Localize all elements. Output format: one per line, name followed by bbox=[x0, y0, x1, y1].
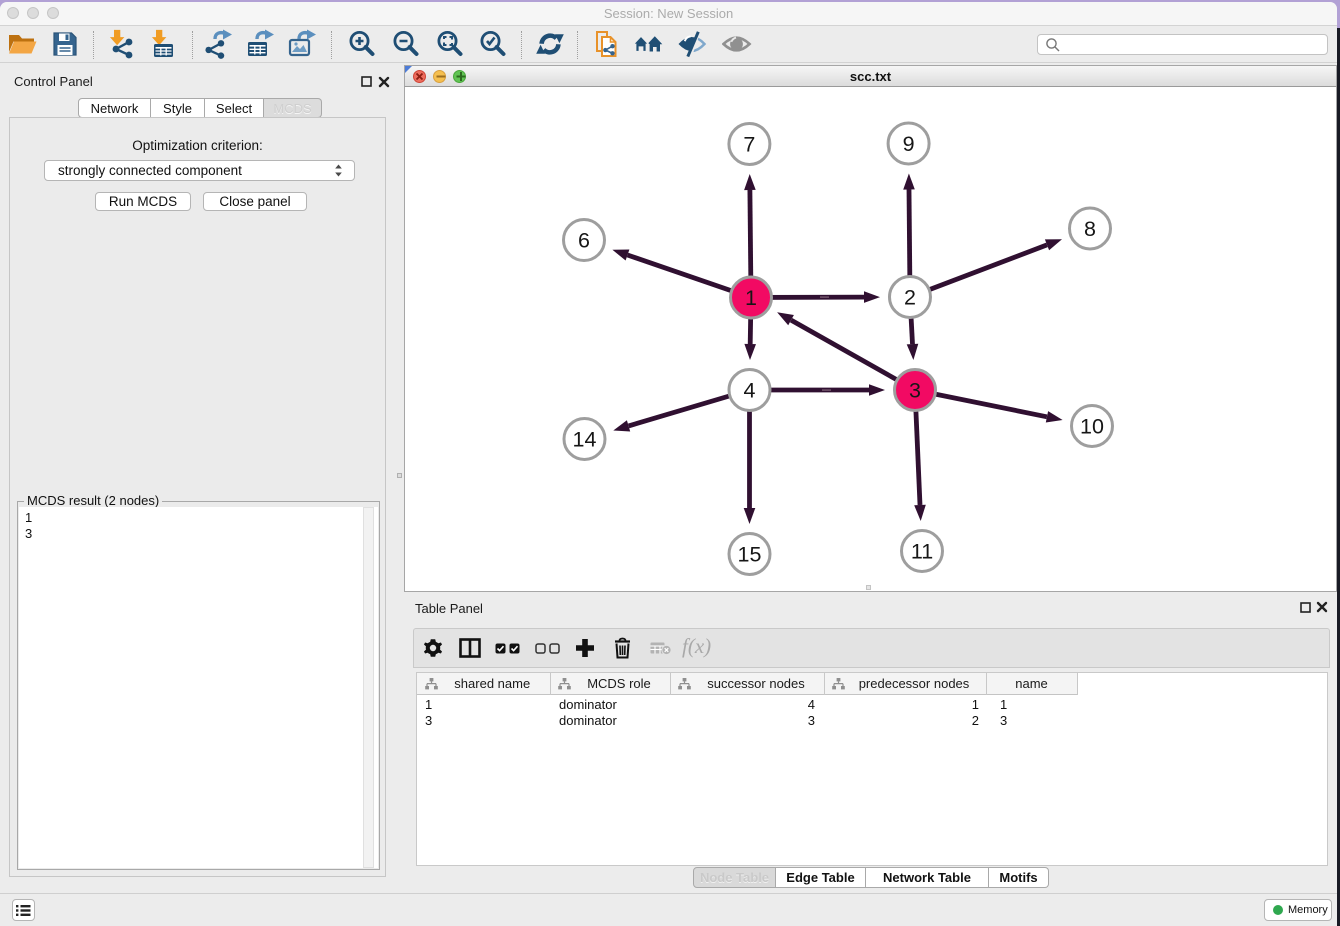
svg-text:1: 1 bbox=[745, 286, 757, 310]
svg-text:10: 10 bbox=[1080, 415, 1104, 439]
svg-text:4: 4 bbox=[744, 379, 756, 403]
svg-text:11: 11 bbox=[911, 540, 933, 564]
svg-text:2: 2 bbox=[904, 286, 916, 310]
svg-text:9: 9 bbox=[903, 132, 915, 156]
svg-text:14: 14 bbox=[573, 428, 597, 452]
svg-text:7: 7 bbox=[743, 133, 755, 157]
svg-text:3: 3 bbox=[909, 379, 921, 403]
svg-text:8: 8 bbox=[1084, 217, 1096, 241]
svg-text:15: 15 bbox=[738, 543, 762, 567]
svg-text:6: 6 bbox=[578, 229, 590, 253]
